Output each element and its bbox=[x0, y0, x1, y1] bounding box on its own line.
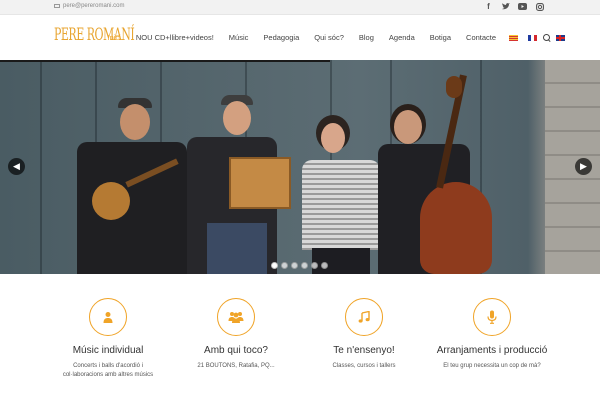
microphone-icon bbox=[487, 310, 497, 324]
youtube-icon[interactable] bbox=[518, 2, 527, 11]
nav-item-agenda[interactable]: Agenda bbox=[381, 15, 422, 60]
head bbox=[120, 104, 150, 140]
nav-item-music[interactable]: Músic bbox=[221, 15, 256, 60]
social-links: f bbox=[484, 2, 544, 11]
nav-item-qui-soc[interactable]: Qui sóc? bbox=[307, 15, 352, 60]
envelope-icon bbox=[54, 4, 60, 8]
slider-progress-bar bbox=[0, 60, 330, 62]
flag-french-icon[interactable] bbox=[527, 34, 537, 41]
feature-amb-qui-toco: Amb qui toco? 21 BOUTONS, Ratafia, PQ... bbox=[166, 298, 306, 371]
feature-title[interactable]: Arranjaments i producció bbox=[422, 344, 562, 357]
nav-item-nou-cd[interactable]: NOU CD+llibre+videos! bbox=[128, 15, 221, 60]
accordion bbox=[229, 157, 291, 209]
feature-title[interactable]: Te n'ensenyo! bbox=[294, 344, 434, 357]
email-text: pere@pereromani.com bbox=[63, 3, 125, 9]
feature-icon-circle[interactable] bbox=[473, 298, 511, 336]
feature-te-nensenyo: Te n'ensenyo! Classes, cursos i tallers bbox=[294, 298, 434, 371]
striped-top bbox=[302, 160, 380, 250]
top-bar: pere@pereromani.com f bbox=[0, 0, 600, 15]
feature-icon-circle[interactable] bbox=[89, 298, 127, 336]
main-nav: Inici NOU CD+llibre+videos! Músic Pedago… bbox=[100, 15, 570, 60]
head bbox=[321, 123, 345, 153]
head bbox=[394, 110, 422, 144]
group-icon bbox=[228, 312, 244, 323]
musician-singer bbox=[300, 115, 390, 274]
nav-item-blog[interactable]: Blog bbox=[351, 15, 381, 60]
slider-dot[interactable] bbox=[301, 262, 308, 269]
feature-description-line: Concerts i balls d'acordió i bbox=[73, 363, 143, 369]
jeans bbox=[207, 223, 267, 274]
slider-pagination bbox=[271, 262, 328, 269]
slider-dot[interactable] bbox=[291, 262, 298, 269]
musician-double-bass bbox=[378, 74, 498, 274]
facebook-icon[interactable]: f bbox=[484, 2, 493, 11]
flag-english-icon[interactable] bbox=[555, 34, 565, 41]
musician-mandolin bbox=[72, 98, 192, 274]
slider-dot[interactable] bbox=[311, 262, 318, 269]
feature-description-line: col·laboracions amb altres músics bbox=[62, 372, 154, 378]
user-icon bbox=[103, 312, 113, 323]
feature-description-line: Classes, cursos i tallers bbox=[332, 363, 396, 369]
feature-description-line: 21 BOUTONS, Ratafia, PQ... bbox=[197, 363, 275, 369]
features-section: Músic individual Concerts i balls d'acor… bbox=[0, 274, 600, 400]
slider-dot[interactable] bbox=[271, 262, 278, 269]
flag-catalan-icon[interactable] bbox=[508, 34, 518, 41]
nav-item-contacte[interactable]: Contacte bbox=[459, 15, 504, 60]
nav-item-pedagogia[interactable]: Pedagogia bbox=[256, 15, 307, 60]
feature-description: El teu grup necessita un cop de mà? bbox=[422, 362, 562, 371]
music-note-icon bbox=[358, 311, 370, 323]
slider-dot[interactable] bbox=[321, 262, 328, 269]
musician-accordion bbox=[185, 95, 291, 274]
feature-arranjaments: Arranjaments i producció El teu grup nec… bbox=[422, 298, 562, 371]
feature-description: 21 BOUTONS, Ratafia, PQ... bbox=[166, 362, 306, 371]
feature-title[interactable]: Músic individual bbox=[38, 344, 178, 357]
email-link[interactable]: pere@pereromani.com bbox=[54, 3, 124, 9]
twitter-icon[interactable] bbox=[501, 2, 510, 11]
header: PERE ROMANÍ Inici NOU CD+llibre+videos! … bbox=[0, 15, 600, 60]
slider-prev-button[interactable]: ◀ bbox=[8, 158, 25, 175]
feature-icon-circle[interactable] bbox=[345, 298, 383, 336]
feature-description-line: El teu grup necessita un cop de mà? bbox=[443, 363, 541, 369]
mandolin-body bbox=[92, 182, 130, 220]
slider-next-button[interactable]: ▶ bbox=[575, 158, 592, 175]
slider-dot[interactable] bbox=[281, 262, 288, 269]
background-plank bbox=[40, 60, 42, 274]
hero-slider: ◀ ▶ bbox=[0, 60, 600, 274]
double-bass-scroll bbox=[446, 76, 462, 98]
feature-title[interactable]: Amb qui toco? bbox=[166, 344, 306, 357]
black-pants bbox=[312, 248, 370, 274]
feature-description: Concerts i balls d'acordió i col·laborac… bbox=[38, 362, 178, 380]
feature-music-individual: Músic individual Concerts i balls d'acor… bbox=[38, 298, 178, 380]
nav-item-inici[interactable]: Inici bbox=[100, 15, 128, 60]
feature-description: Classes, cursos i tallers bbox=[294, 362, 434, 371]
search-icon[interactable] bbox=[542, 33, 551, 42]
double-bass-body bbox=[420, 182, 492, 274]
head bbox=[223, 101, 251, 135]
nav-item-botiga[interactable]: Botiga bbox=[422, 15, 458, 60]
instagram-icon[interactable] bbox=[535, 2, 544, 11]
feature-icon-circle[interactable] bbox=[217, 298, 255, 336]
